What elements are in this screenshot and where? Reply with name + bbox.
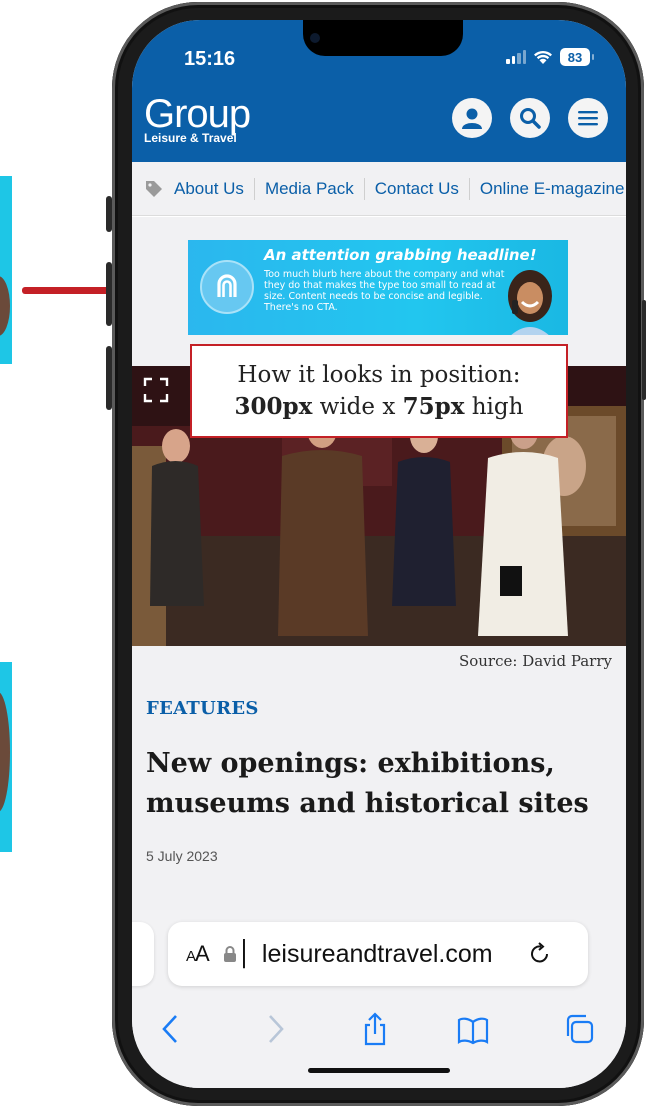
top-navigation: About Us Media Pack Contact Us Online E-… (132, 162, 626, 216)
ad-logo (200, 260, 254, 314)
tag-icon (146, 180, 162, 197)
logo-subtitle: Leisure & Travel (144, 131, 237, 145)
left-sliver-top (0, 176, 12, 364)
callout-line-2: 300px wide x 75px high (235, 391, 524, 423)
nav-separator (468, 177, 470, 200)
safari-bottom-bar: AA ▏leisureandtravel.com (132, 910, 626, 1088)
nav-link-media-pack[interactable]: Media Pack (265, 179, 354, 199)
ad-headline: An attention grabbing headline! (264, 246, 537, 264)
status-time: 15:16 (184, 48, 236, 70)
hamburger-icon (578, 111, 598, 126)
ad-person-image (508, 270, 552, 335)
status-icons: 83 (506, 48, 594, 66)
signal-icon (506, 50, 526, 64)
address-bar[interactable]: AA ▏leisureandtravel.com (168, 922, 588, 986)
tabs-icon[interactable] (562, 1012, 596, 1046)
nav-link-about-us[interactable]: About Us (174, 179, 244, 199)
browser-toolbar (132, 1012, 626, 1052)
lock-icon (223, 946, 236, 962)
ad-body-text: Too much blurb here about the company an… (264, 269, 505, 313)
camera-icon (310, 33, 320, 43)
site-logo[interactable]: Group Leisure & Travel (144, 92, 251, 145)
article-section-label[interactable]: FEATURES (146, 698, 259, 719)
home-indicator[interactable] (308, 1068, 450, 1073)
callout-line-1: How it looks in position: (237, 361, 521, 388)
notch (303, 20, 463, 56)
ad-banner[interactable]: An attention grabbing headline! Too much… (188, 240, 568, 335)
user-icon (462, 108, 482, 129)
nav-link-contact-us[interactable]: Contact Us (375, 179, 459, 199)
callout-height-value: 75px (402, 392, 465, 420)
power-button (642, 300, 646, 400)
reader-settings-button[interactable]: AA (186, 941, 210, 967)
left-sliver-bottom (0, 662, 12, 852)
fullscreen-expand-icon[interactable] (142, 376, 170, 404)
volume-up-button (106, 262, 112, 326)
callout-width-value: 300px (234, 392, 313, 420)
volume-down-button (106, 346, 112, 410)
callout-width-text: wide x (312, 393, 403, 420)
size-callout: How it looks in position: 300px wide x 7… (190, 344, 568, 438)
back-chevron-icon[interactable] (154, 1012, 188, 1046)
article-date: 5 July 2023 (146, 848, 218, 864)
phone-screen: 15:16 83 Group Leisure & Travel About Us… (132, 20, 626, 1088)
nav-separator (253, 177, 255, 200)
search-icon (520, 108, 541, 129)
share-icon[interactable] (358, 1012, 392, 1046)
menu-button[interactable] (568, 98, 608, 138)
nav-link-online-e-magazine[interactable]: Online E-magazine (480, 179, 625, 199)
silent-switch (106, 196, 112, 232)
reload-icon[interactable] (527, 941, 553, 967)
wifi-icon (534, 50, 552, 64)
logo-text: Group (144, 92, 251, 136)
previous-tab-preview[interactable] (132, 922, 154, 986)
forward-chevron-icon[interactable] (258, 1012, 292, 1046)
ad-brand-icon (217, 274, 237, 297)
photo-credit: Source: David Parry (458, 652, 612, 670)
account-button[interactable] (452, 98, 492, 138)
article-headline[interactable]: New openings: exhibitions, museums and h… (146, 744, 606, 824)
search-button[interactable] (510, 98, 550, 138)
bookmarks-icon[interactable] (456, 1012, 490, 1046)
callout-height-text: high (464, 393, 524, 420)
url-text: ▏leisureandtravel.com (242, 940, 493, 968)
nav-separator (363, 177, 365, 200)
battery-indicator: 83 (560, 48, 594, 66)
